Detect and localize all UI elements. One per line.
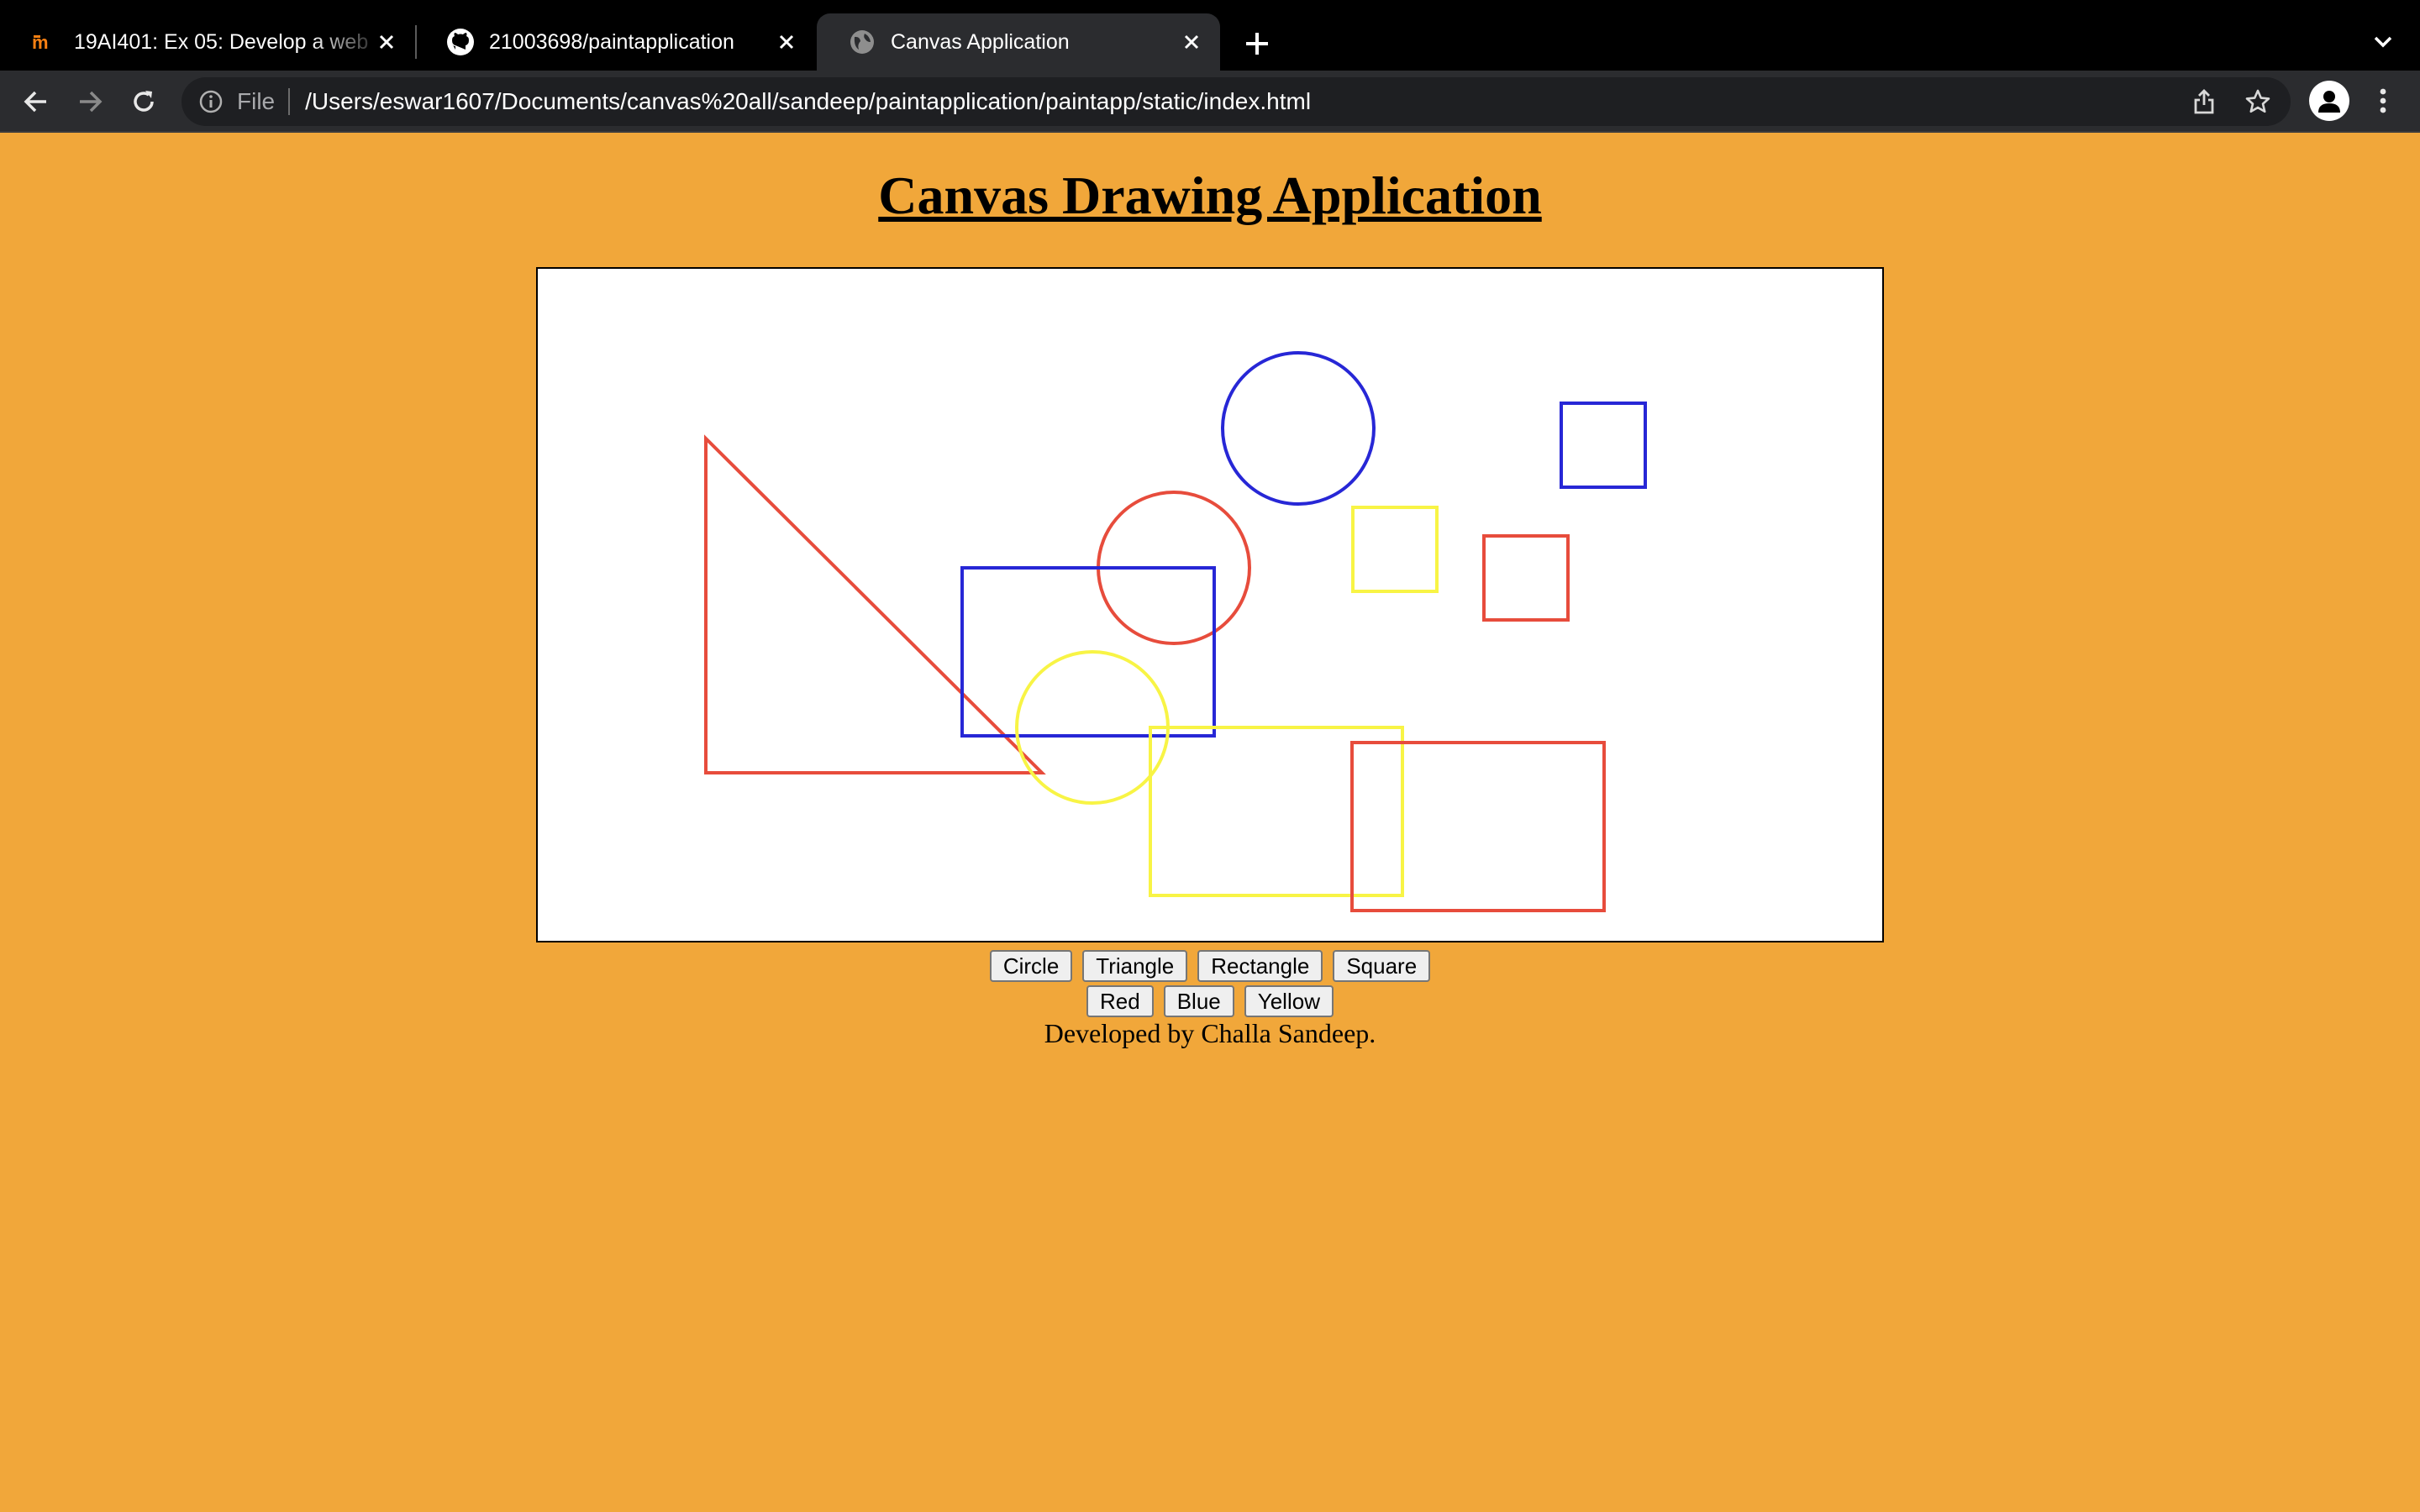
reload-button[interactable] <box>124 82 163 121</box>
yellow-button[interactable]: Yellow <box>1244 985 1334 1017</box>
tab-title: 19AI401: Ex 05: Develop a web <box>74 29 369 54</box>
arrow-right-icon <box>80 91 103 113</box>
canvas-yellow-square <box>1351 506 1439 593</box>
browser-menu-button[interactable] <box>2368 81 2398 121</box>
tab-title: Canvas Application <box>891 29 1070 54</box>
url-text[interactable]: /Users/eswar1607/Documents/canvas%20all/… <box>305 88 1311 115</box>
color-button-row: Red Blue Yellow <box>0 985 2420 1017</box>
url-scheme-label: File <box>237 88 276 114</box>
page-heading: Canvas Drawing Application <box>878 165 1542 225</box>
canvas-red-square <box>1482 534 1570 622</box>
close-icon[interactable] <box>770 25 803 59</box>
canvas-drawing-surface[interactable] <box>538 269 1882 941</box>
new-tab-button[interactable] <box>1239 25 1276 62</box>
tab-canvas-application[interactable]: Canvas Application <box>817 13 1220 71</box>
tab-github[interactable]: 21003698/paintapplication <box>415 13 815 71</box>
tab-title: 21003698/paintapplication <box>489 29 734 54</box>
more-vertical-icon <box>2380 88 2386 113</box>
close-icon[interactable] <box>1175 25 1208 59</box>
canvas-blue-circle <box>1221 351 1376 506</box>
chevron-down-icon <box>2374 36 2392 48</box>
shape-button-row: Circle Triangle Rectangle Square <box>0 950 2420 982</box>
arrow-left-icon <box>24 91 46 113</box>
blue-button[interactable]: Blue <box>1163 985 1234 1017</box>
circle-button[interactable]: Circle <box>989 950 1073 982</box>
canvas-yellow-circle <box>1015 650 1170 805</box>
canvas-yellow-rectangle <box>1149 726 1404 897</box>
browser-tab-strip: m 19AI401: Ex 05: Develop a web 21003698… <box>0 0 2420 71</box>
square-button[interactable]: Square <box>1333 950 1431 982</box>
github-icon <box>445 27 476 57</box>
browser-toolbar: File /Users/eswar1607/Documents/canvas%2… <box>0 71 2420 133</box>
profile-avatar[interactable] <box>2309 81 2349 121</box>
triangle-button[interactable]: Triangle <box>1082 950 1188 982</box>
tab-search-button[interactable] <box>2368 25 2398 59</box>
canvas-red-rectangle <box>1350 741 1606 912</box>
person-icon <box>2318 91 2340 113</box>
info-icon[interactable] <box>197 87 225 116</box>
reload-icon <box>134 91 154 112</box>
close-icon[interactable] <box>370 25 403 59</box>
address-divider <box>288 88 291 115</box>
forward-button[interactable] <box>71 82 109 121</box>
address-bar[interactable]: File /Users/eswar1607/Documents/canvas%2… <box>182 77 2291 126</box>
developer-credit: Developed by Challa Sandeep. <box>1044 1018 1376 1048</box>
canvas-blue-square <box>1560 402 1647 489</box>
drawing-canvas[interactable] <box>536 267 1884 942</box>
globe-icon <box>847 27 877 57</box>
back-button[interactable] <box>17 82 55 121</box>
rectangle-button[interactable]: Rectangle <box>1197 950 1323 982</box>
share-icon[interactable] <box>2188 86 2220 118</box>
red-button[interactable]: Red <box>1086 985 1154 1017</box>
canvas-red-triangle <box>704 434 1046 774</box>
svg-text:m: m <box>32 32 49 52</box>
moodle-icon: m <box>30 27 60 57</box>
bookmark-star-icon[interactable] <box>2242 86 2274 118</box>
plus-icon <box>1246 33 1268 55</box>
tab-moodle[interactable]: m 19AI401: Ex 05: Develop a web <box>0 13 415 71</box>
